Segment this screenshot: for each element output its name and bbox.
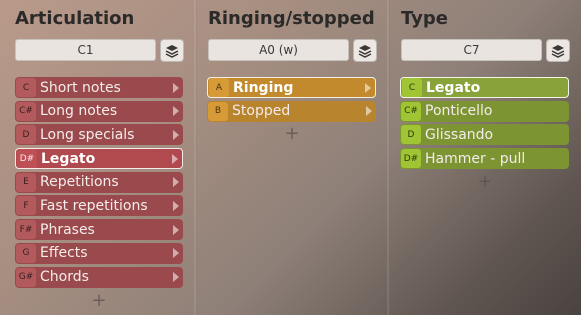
item-label: Legato bbox=[426, 79, 481, 96]
note-key: C bbox=[402, 78, 422, 97]
articulation-column: Articulation C1 C Short notes C# Long note… bbox=[0, 0, 194, 315]
item-label: Legato bbox=[41, 150, 96, 167]
item-label: Repetitions bbox=[40, 174, 119, 191]
note-key: C# bbox=[16, 101, 36, 121]
chevron-right-icon[interactable] bbox=[173, 82, 179, 93]
list-item-selected[interactable]: A Ringing bbox=[207, 77, 376, 98]
list-item[interactable]: B Stopped bbox=[207, 100, 376, 122]
add-item-button[interactable]: + bbox=[284, 125, 300, 143]
keyswitch-field[interactable]: C7 bbox=[401, 39, 542, 61]
list-item[interactable]: E Repetitions bbox=[15, 171, 183, 193]
note-key: D bbox=[16, 125, 36, 145]
item-label: Glissando bbox=[425, 126, 494, 143]
column-title: Ringing/stopped bbox=[208, 8, 375, 29]
chevron-right-icon[interactable] bbox=[173, 129, 179, 140]
item-label: Stopped bbox=[232, 103, 291, 120]
list-item[interactable]: C# Long notes bbox=[15, 100, 183, 122]
item-label: Long specials bbox=[40, 126, 135, 143]
layers-button[interactable] bbox=[546, 39, 570, 62]
chevron-right-icon[interactable] bbox=[173, 248, 179, 259]
keyswitch-field[interactable]: A0 (w) bbox=[208, 39, 349, 61]
layers-icon bbox=[358, 44, 372, 58]
chevron-right-icon[interactable] bbox=[173, 106, 179, 117]
note-key: D# bbox=[401, 149, 421, 169]
list-item[interactable]: G Effects bbox=[15, 242, 183, 264]
column-title: Type bbox=[401, 8, 448, 29]
chevron-right-icon[interactable] bbox=[365, 82, 371, 93]
chevron-right-icon[interactable] bbox=[173, 177, 179, 188]
item-label: Ringing bbox=[233, 79, 294, 96]
list-item[interactable]: D# Hammer - pull bbox=[400, 148, 569, 170]
layers-button[interactable] bbox=[353, 39, 377, 62]
layers-icon bbox=[551, 44, 565, 58]
item-label: Phrases bbox=[40, 221, 95, 238]
add-item-button[interactable]: + bbox=[477, 173, 493, 191]
note-key: F bbox=[16, 196, 36, 216]
item-label: Short notes bbox=[40, 79, 121, 96]
note-key: D# bbox=[17, 149, 37, 169]
note-key: A bbox=[209, 78, 229, 97]
note-key: B bbox=[208, 101, 228, 121]
item-label: Chords bbox=[40, 269, 89, 285]
keyswitch-field[interactable]: C1 bbox=[15, 39, 156, 61]
note-key: G bbox=[16, 243, 36, 263]
chevron-right-icon[interactable] bbox=[173, 224, 179, 235]
item-label: Long notes bbox=[40, 103, 118, 120]
column-title: Articulation bbox=[15, 8, 135, 29]
note-key: G# bbox=[16, 267, 36, 287]
item-label: Fast repetitions bbox=[40, 197, 148, 214]
list-item-selected[interactable]: C Legato bbox=[400, 77, 569, 98]
ringing-stopped-list: A Ringing B Stopped bbox=[207, 77, 376, 124]
chevron-right-icon[interactable] bbox=[366, 106, 372, 117]
list-item[interactable]: G# Chords bbox=[15, 266, 183, 288]
list-item[interactable]: C# Ponticello bbox=[400, 100, 569, 122]
item-label: Ponticello bbox=[425, 103, 493, 120]
note-key: C# bbox=[401, 101, 421, 121]
chevron-right-icon[interactable] bbox=[172, 153, 178, 164]
list-item[interactable]: D Long specials bbox=[15, 124, 183, 146]
ringing-stopped-column: Ringing/stopped A0 (w) A Ringing B Stopped… bbox=[196, 0, 387, 315]
add-item-button[interactable]: + bbox=[91, 292, 107, 310]
list-item[interactable]: D Glissando bbox=[400, 124, 569, 146]
list-item[interactable]: F# Phrases bbox=[15, 219, 183, 241]
list-item[interactable]: C Short notes bbox=[15, 77, 183, 98]
item-label: Hammer - pull bbox=[425, 150, 526, 167]
item-label: Effects bbox=[40, 245, 88, 262]
chevron-right-icon[interactable] bbox=[173, 272, 179, 282]
layers-icon bbox=[165, 44, 179, 58]
note-key: C bbox=[16, 78, 36, 97]
list-item[interactable]: F Fast repetitions bbox=[15, 195, 183, 217]
note-key: D bbox=[401, 125, 421, 145]
chevron-right-icon[interactable] bbox=[173, 200, 179, 211]
type-list: C Legato C# Ponticello D Glissando D# Hammer… bbox=[400, 77, 569, 172]
type-column: Type C7 C Legato C# Ponticello D Glissando … bbox=[389, 0, 581, 315]
list-item-selected[interactable]: D# Legato bbox=[15, 148, 183, 170]
layers-button[interactable] bbox=[160, 39, 184, 62]
note-key: E bbox=[16, 172, 36, 192]
note-key: F# bbox=[16, 220, 36, 240]
articulation-list: C Short notes C# Long notes D Long specials… bbox=[15, 77, 183, 290]
